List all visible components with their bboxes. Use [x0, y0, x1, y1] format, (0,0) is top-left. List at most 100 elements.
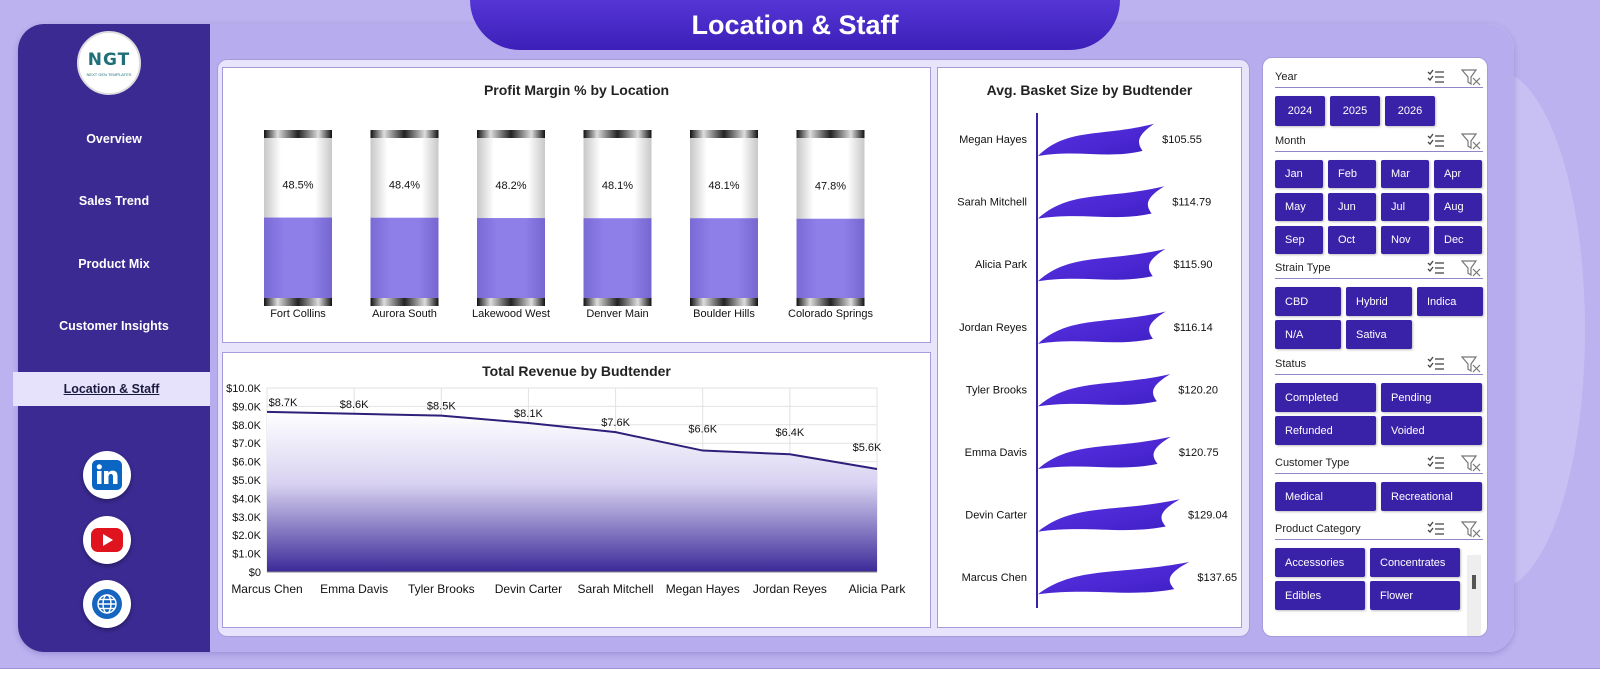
bar-data-label: $120.20 — [1178, 384, 1218, 396]
point-data-label: $8.1K — [514, 408, 543, 420]
y-tick-label: $7.0K — [232, 438, 261, 450]
revenue-card: Total Revenue by Budtender $0 $1.0K $2.0K $… — [222, 352, 931, 628]
cylinder-bar — [264, 130, 332, 306]
multi-select-icon[interactable] — [1427, 455, 1445, 471]
cylinder-top-cap — [796, 130, 865, 138]
x-tick-label: Marcus Chen — [231, 582, 302, 596]
slicer-title: Year — [1275, 71, 1298, 83]
slicer-option[interactable]: N/A — [1275, 320, 1341, 349]
slicer-header: Product Category — [1275, 520, 1483, 540]
x-tick-label: Emma Davis — [320, 582, 388, 596]
filter-scrollbar[interactable] — [1467, 555, 1481, 636]
clear-filter-icon[interactable] — [1460, 356, 1481, 374]
cylinder-top-cap — [370, 130, 439, 138]
slicer-option[interactable]: Pending — [1381, 383, 1482, 412]
slicer-option[interactable]: Edibles — [1275, 581, 1365, 610]
slicer-option[interactable]: Nov — [1381, 226, 1429, 254]
y-tick-label: Megan Hayes — [959, 134, 1027, 146]
profit-margin-card: Profit Margin % by Location 48.5% Fort C… — [222, 67, 931, 343]
slicer-option[interactable]: Feb — [1328, 160, 1376, 188]
slicer-option[interactable]: May — [1275, 193, 1323, 221]
nav-sales-trend[interactable]: Sales Trend — [18, 184, 210, 218]
nav-product-mix[interactable]: Product Mix — [18, 247, 210, 281]
cylinder-fill — [796, 218, 865, 300]
multi-select-icon[interactable] — [1427, 260, 1445, 276]
profit-margin-chart: 48.5% Fort Collins 48.4% Aurora South 48.2% L… — [264, 130, 873, 320]
y-tick-label: $0 — [249, 567, 261, 579]
bar-data-label: 48.1% — [708, 180, 739, 192]
y-tick-label: Marcus Chen — [962, 572, 1027, 584]
youtube-button[interactable] — [83, 516, 131, 564]
nav-customer-insights[interactable]: Customer Insights — [18, 309, 210, 343]
website-button[interactable] — [83, 580, 131, 628]
nav-location-staff[interactable]: Location & Staff — [13, 372, 210, 406]
slicer-option[interactable]: Indica — [1417, 287, 1483, 316]
point-data-label: $8.7K — [269, 397, 298, 409]
slicer-option[interactable]: 2024 — [1275, 96, 1325, 126]
slicer-option[interactable]: Completed — [1275, 383, 1376, 412]
scroll-thumb[interactable] — [1472, 575, 1476, 589]
bar-data-label: $129.04 — [1188, 510, 1228, 522]
slicer-option[interactable]: Jan — [1275, 160, 1323, 188]
clear-filter-icon[interactable] — [1460, 260, 1481, 278]
slicer-option[interactable]: Refunded — [1275, 416, 1376, 445]
linkedin-icon — [92, 460, 122, 490]
slicer-option[interactable]: 2026 — [1385, 96, 1435, 126]
bar-data-label: 48.1% — [602, 180, 633, 192]
x-tick-label: Tyler Brooks — [408, 582, 475, 596]
nav-overview[interactable]: Overview — [18, 122, 210, 156]
filter-panel: Year 2024 2025 2026 Month Jan Feb Mar Apr May Jun J… — [1262, 57, 1488, 637]
slicer-title: Customer Type — [1275, 457, 1350, 469]
cylinder-top-cap — [264, 130, 332, 138]
y-tick-label: $9.0K — [232, 401, 261, 413]
y-tick-label: $5.0K — [232, 475, 261, 487]
slicer-option[interactable]: Accessories — [1275, 548, 1365, 577]
x-tick-label: Fort Collins — [270, 308, 326, 320]
clear-filter-icon[interactable] — [1460, 455, 1481, 473]
x-tick-label: Alicia Park — [849, 582, 907, 596]
slicer-option[interactable]: Concentrates — [1370, 548, 1460, 577]
y-tick-label: $1.0K — [232, 549, 261, 561]
multi-select-icon[interactable] — [1427, 133, 1445, 149]
y-tick-label: $6.0K — [232, 457, 261, 469]
point-data-label: $5.6K — [853, 442, 882, 454]
slicer-title: Product Category — [1275, 523, 1361, 535]
slicer-option[interactable]: Medical — [1275, 482, 1376, 511]
slicer-option[interactable]: Dec — [1434, 226, 1482, 254]
clear-filter-icon[interactable] — [1460, 521, 1481, 539]
multi-select-icon[interactable] — [1427, 521, 1445, 537]
cylinder-top-cap — [583, 130, 652, 138]
flag-bar — [1038, 311, 1166, 344]
slicer-option[interactable]: 2025 — [1330, 96, 1380, 126]
slicer-option[interactable]: Voided — [1381, 416, 1482, 445]
slicer-option[interactable]: Mar — [1381, 160, 1429, 188]
slicer-option[interactable]: Jul — [1381, 193, 1429, 221]
bar-data-label: $120.75 — [1179, 447, 1219, 459]
point-data-label: $8.5K — [427, 401, 456, 413]
slicer-option[interactable]: Aug — [1434, 193, 1482, 221]
y-tick-label: Emma Davis — [965, 447, 1028, 459]
slicer-header: Customer Type — [1275, 454, 1483, 474]
y-tick-label: $8.0K — [232, 420, 261, 432]
slicer-header: Strain Type — [1275, 259, 1483, 279]
slicer-option[interactable]: Sativa — [1346, 320, 1412, 349]
cylinder-bottom-cap — [583, 298, 652, 306]
clear-filter-icon[interactable] — [1460, 133, 1481, 151]
multi-select-icon[interactable] — [1427, 356, 1445, 372]
slicer-option[interactable]: Hybrid — [1346, 287, 1412, 316]
bar-data-label: 48.2% — [495, 180, 526, 192]
flag-bar — [1038, 436, 1171, 469]
linkedin-button[interactable] — [83, 451, 131, 499]
x-tick-label: Megan Hayes — [666, 582, 740, 596]
slicer-option[interactable]: Oct — [1328, 226, 1376, 254]
multi-select-icon[interactable] — [1427, 69, 1445, 85]
x-tick-label: Denver Main — [586, 308, 648, 320]
slicer-option[interactable]: Flower — [1370, 581, 1460, 610]
logo-text: NGT — [87, 49, 131, 70]
slicer-option[interactable]: Jun — [1328, 193, 1376, 221]
slicer-option[interactable]: Sep — [1275, 226, 1323, 254]
slicer-option[interactable]: Recreational — [1381, 482, 1482, 511]
slicer-option[interactable]: CBD — [1275, 287, 1341, 316]
slicer-option[interactable]: Apr — [1434, 160, 1482, 188]
clear-filter-icon[interactable] — [1460, 69, 1481, 87]
